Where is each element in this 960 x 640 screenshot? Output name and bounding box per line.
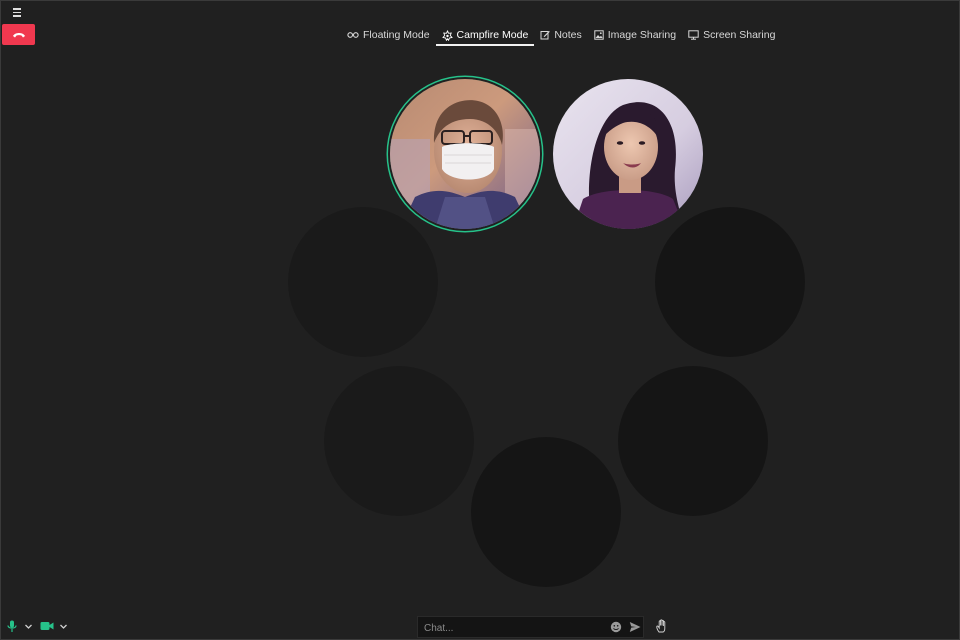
hand-icon <box>656 619 666 633</box>
tab-label: Campfire Mode <box>456 29 529 41</box>
video-camera-icon <box>40 622 54 630</box>
edit-icon <box>540 31 551 40</box>
participant-video-2[interactable] <box>553 79 703 229</box>
infinity-icon <box>347 32 359 38</box>
tab-image-sharing[interactable]: Image Sharing <box>588 24 682 46</box>
empty-seat <box>655 207 805 357</box>
emoji-icon <box>610 621 622 633</box>
microphone-icon <box>7 620 17 632</box>
image-icon <box>594 30 604 40</box>
tab-label: Screen Sharing <box>703 29 776 41</box>
microphone-button[interactable] <box>7 620 17 633</box>
empty-seat <box>288 207 438 357</box>
participant-image <box>553 79 703 229</box>
microphone-options-button[interactable] <box>24 622 33 631</box>
send-button[interactable] <box>629 620 641 638</box>
tab-label: Image Sharing <box>607 29 677 41</box>
phone-hangup-icon <box>12 32 25 37</box>
camera-button[interactable] <box>40 621 54 631</box>
camera-options-button[interactable] <box>59 622 68 631</box>
menu-icon[interactable] <box>10 6 24 20</box>
send-icon <box>629 622 641 632</box>
participant-video-1[interactable] <box>390 79 540 229</box>
chat-input[interactable] <box>422 619 606 637</box>
empty-seat <box>618 366 768 516</box>
campfire-icon <box>441 29 453 41</box>
tab-screen-sharing[interactable]: Screen Sharing <box>682 24 781 46</box>
chevron-down-icon <box>60 624 67 629</box>
emoji-button[interactable] <box>610 620 622 638</box>
tab-notes[interactable]: Notes <box>534 24 587 46</box>
monitor-icon <box>688 30 699 40</box>
raise-hand-button[interactable] <box>656 619 668 633</box>
empty-seat <box>324 366 474 516</box>
participant-image <box>390 79 540 229</box>
tab-label: Floating Mode <box>363 29 430 41</box>
tab-campfire-mode[interactable]: Campfire Mode <box>435 24 535 46</box>
hang-up-button[interactable] <box>2 24 35 45</box>
empty-seat <box>471 437 621 587</box>
tab-label: Notes <box>554 29 582 41</box>
chevron-down-icon <box>25 624 32 629</box>
chat-box <box>417 616 644 638</box>
tab-floating-mode[interactable]: Floating Mode <box>341 24 436 46</box>
mode-tabs: Floating Mode Campfire Mode Notes Image … <box>341 24 781 46</box>
